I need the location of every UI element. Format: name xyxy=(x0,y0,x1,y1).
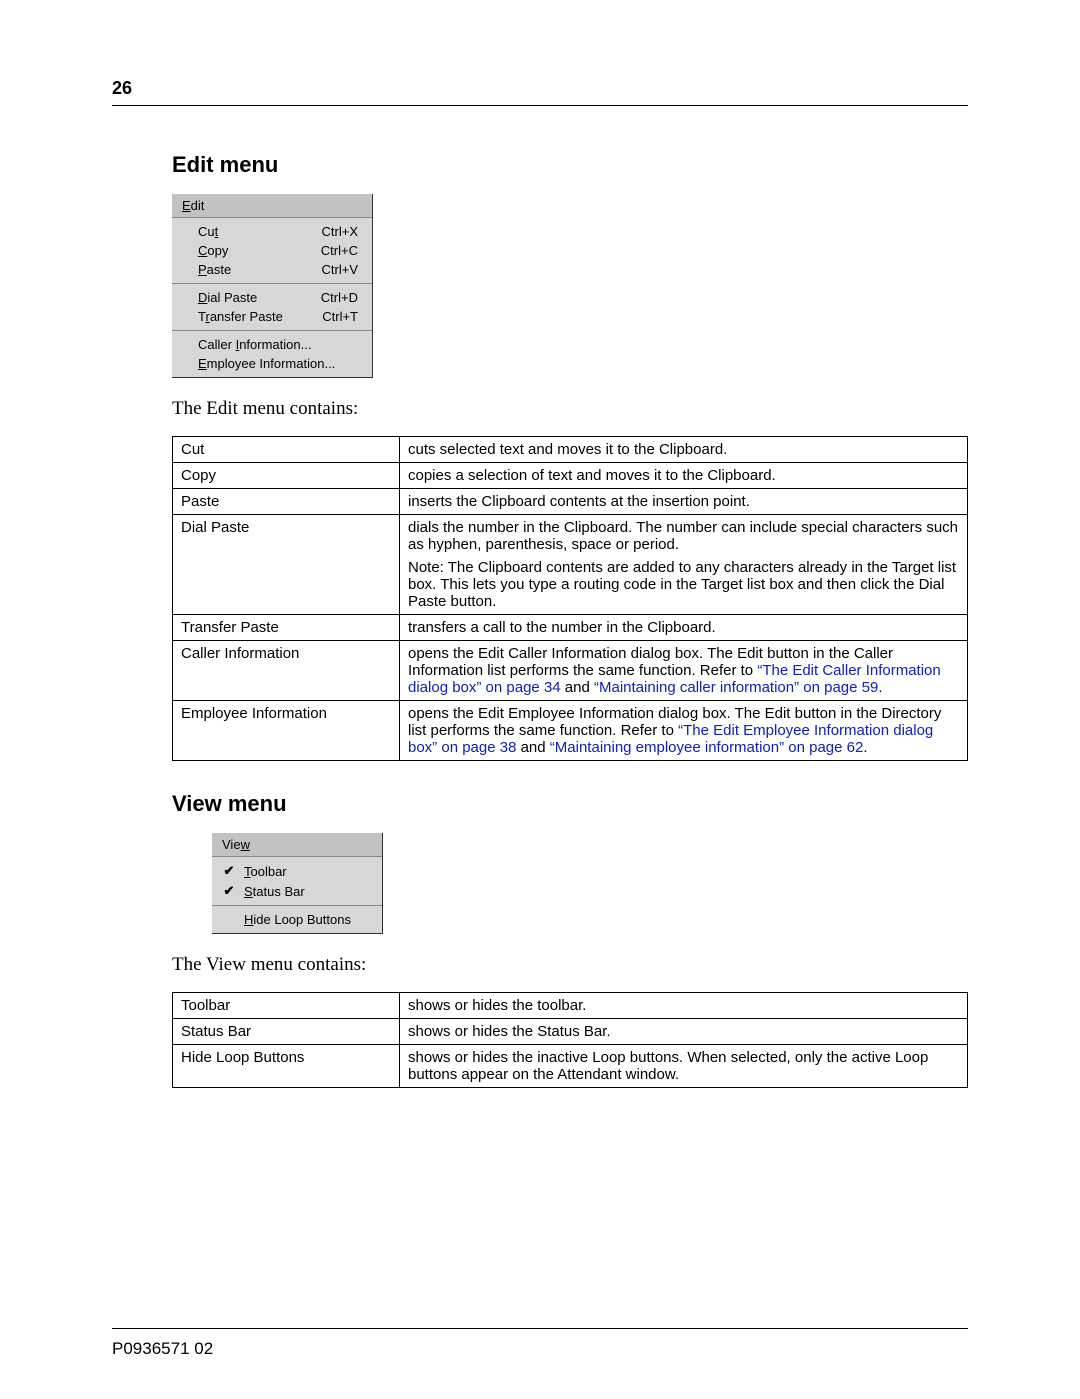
footer-rule xyxy=(112,1328,968,1329)
edit-menu-item[interactable]: Dial Paste Ctrl+D xyxy=(172,288,372,307)
table-value: shows or hides the inactive Loop buttons… xyxy=(400,1045,968,1088)
page: 26 Edit menu Edit Cut Ctrl+X Copy Ctrl+C Pas… xyxy=(0,0,1080,1399)
table-key: Caller Information xyxy=(173,641,400,701)
table-key: Employee Information xyxy=(173,701,400,761)
view-menu-item[interactable]: ✔ Status Bar xyxy=(212,881,382,901)
menu-item-label: Transfer Paste xyxy=(198,309,283,324)
table-value: shows or hides the Status Bar. xyxy=(400,1019,968,1045)
view-menu-intro: The View menu contains: xyxy=(172,954,968,976)
table-value: shows or hides the toolbar. xyxy=(400,993,968,1019)
menu-item-label: Status Bar xyxy=(244,884,305,899)
view-menu-heading: View menu xyxy=(172,791,968,817)
document-id: P0936571 02 xyxy=(112,1339,968,1359)
content-area: Edit menu Edit CutCtrl+XCopyCtrl+CPasteC… xyxy=(172,152,968,1088)
table-row: Dial Pastedials the number in the Clipbo… xyxy=(173,515,968,615)
view-menu-title[interactable]: View xyxy=(212,833,382,857)
table-row: Transfer Pastetransfers a call to the nu… xyxy=(173,615,968,641)
table-row: Hide Loop Buttonsshows or hides the inac… xyxy=(173,1045,968,1088)
page-number: 26 xyxy=(112,78,968,99)
edit-menu-table: Cutcuts selected text and moves it to th… xyxy=(172,436,968,761)
edit-menu-item[interactable]: Cut Ctrl+X xyxy=(172,222,372,241)
edit-menu-item[interactable]: Transfer Paste Ctrl+T xyxy=(172,307,372,326)
menu-item-label: Copy xyxy=(198,243,228,258)
cross-reference-link[interactable]: “Maintaining employee information” on pa… xyxy=(550,739,864,756)
menu-item-label: Caller Information... xyxy=(198,337,311,352)
menu-item-label: Toolbar xyxy=(244,864,287,879)
edit-menu-screenshot: Edit Cut Ctrl+X Copy Ctrl+C Paste Ctrl+V Dial … xyxy=(172,194,373,378)
menu-item-shortcut: Ctrl+C xyxy=(321,243,358,258)
table-row: Toolbarshows or hides the toolbar. xyxy=(173,993,968,1019)
menu-item-shortcut: Ctrl+D xyxy=(321,290,358,305)
table-key: Transfer Paste xyxy=(173,615,400,641)
edit-menu-item[interactable]: Caller Information... xyxy=(172,335,372,354)
table-value: cuts selected text and moves it to the C… xyxy=(400,437,968,463)
header-rule xyxy=(112,105,968,106)
check-icon: ✔ xyxy=(222,883,236,899)
table-value: opens the Edit Employee Information dial… xyxy=(400,701,968,761)
view-menu-screenshot: View ✔ Toolbar ✔ Status Bar Hide Loop Button… xyxy=(212,833,383,934)
edit-menu-group: Cut Ctrl+X Copy Ctrl+C Paste Ctrl+V xyxy=(172,218,372,284)
menu-item-shortcut: Ctrl+X xyxy=(322,224,358,239)
page-footer: P0936571 02 xyxy=(112,1328,968,1359)
edit-menu-group: Caller Information... Employee Informatio… xyxy=(172,331,372,377)
edit-menu-item[interactable]: Employee Information... xyxy=(172,354,372,373)
menu-item-label: Dial Paste xyxy=(198,290,257,305)
edit-menu-group: Dial Paste Ctrl+D Transfer Paste Ctrl+T xyxy=(172,284,372,331)
table-key: Paste xyxy=(173,489,400,515)
edit-menu-item[interactable]: Copy Ctrl+C xyxy=(172,241,372,260)
table-row: Copycopies a selection of text and moves… xyxy=(173,463,968,489)
table-key: Dial Paste xyxy=(173,515,400,615)
table-value: dials the number in the Clipboard. The n… xyxy=(400,515,968,615)
menu-item-shortcut: Ctrl+V xyxy=(322,262,358,277)
menu-item-label: Hide Loop Buttons xyxy=(244,912,351,927)
table-key: Copy xyxy=(173,463,400,489)
edit-menu-intro: The Edit menu contains: xyxy=(172,398,968,420)
table-row: Status Barshows or hides the Status Bar. xyxy=(173,1019,968,1045)
edit-menu-title[interactable]: Edit xyxy=(172,194,372,218)
check-icon: ✔ xyxy=(222,863,236,879)
edit-menu-heading: Edit menu xyxy=(172,152,968,178)
cross-reference-link[interactable]: “Maintaining caller information” on page… xyxy=(594,679,878,696)
view-menu-item[interactable]: ✔ Toolbar xyxy=(212,861,382,881)
table-row: Caller Informationopens the Edit Caller … xyxy=(173,641,968,701)
edit-menu-item[interactable]: Paste Ctrl+V xyxy=(172,260,372,279)
table-row: Employee Informationopens the Edit Emplo… xyxy=(173,701,968,761)
table-key: Hide Loop Buttons xyxy=(173,1045,400,1088)
view-menu-group: Hide Loop Buttons xyxy=(212,906,382,933)
table-row: Pasteinserts the Clipboard contents at t… xyxy=(173,489,968,515)
table-key: Cut xyxy=(173,437,400,463)
table-value: inserts the Clipboard contents at the in… xyxy=(400,489,968,515)
table-value: copies a selection of text and moves it … xyxy=(400,463,968,489)
table-key: Toolbar xyxy=(173,993,400,1019)
table-value: transfers a call to the number in the Cl… xyxy=(400,615,968,641)
menu-item-label: Cut xyxy=(198,224,218,239)
view-menu-group: ✔ Toolbar ✔ Status Bar xyxy=(212,857,382,906)
view-menu-item[interactable]: Hide Loop Buttons xyxy=(212,910,382,929)
table-row: Cutcuts selected text and moves it to th… xyxy=(173,437,968,463)
menu-item-label: Employee Information... xyxy=(198,356,335,371)
table-key: Status Bar xyxy=(173,1019,400,1045)
view-menu-table: Toolbarshows or hides the toolbar.Status… xyxy=(172,992,968,1088)
table-value: opens the Edit Caller Information dialog… xyxy=(400,641,968,701)
menu-item-shortcut: Ctrl+T xyxy=(322,309,358,324)
menu-item-label: Paste xyxy=(198,262,231,277)
